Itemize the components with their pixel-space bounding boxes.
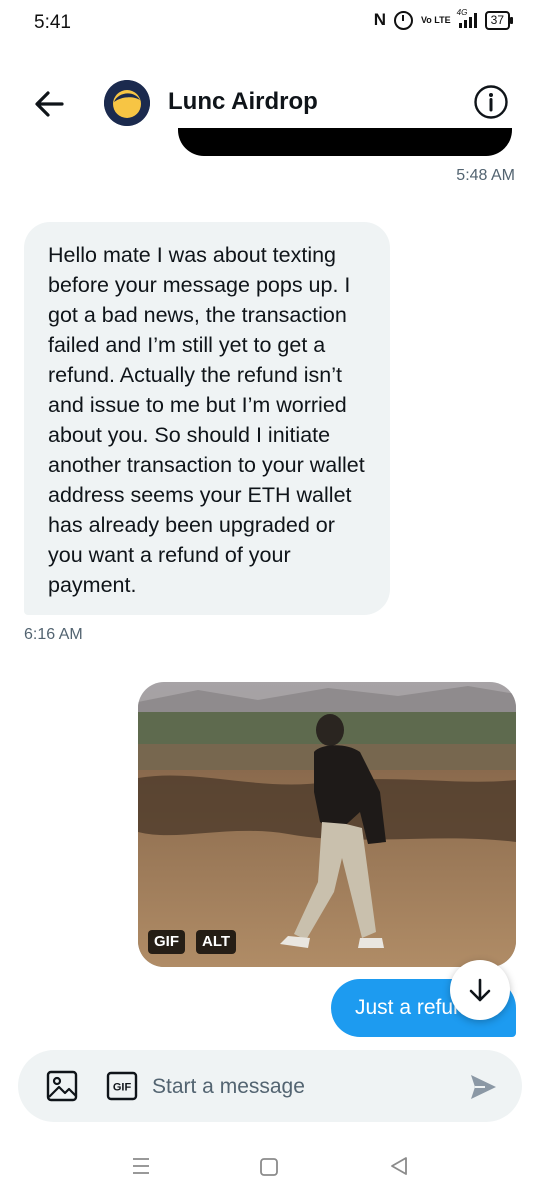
alarm-icon — [393, 10, 413, 30]
gif-image — [138, 682, 516, 967]
message-timestamp: 5:48 AM — [456, 167, 515, 184]
gif-icon: GIF — [106, 1071, 138, 1101]
nfc-icon: N — [373, 10, 386, 29]
gif-button[interactable]: GIF — [106, 1070, 138, 1102]
system-navigation-bar — [0, 1140, 540, 1200]
info-icon[interactable] — [473, 84, 509, 120]
home-icon[interactable] — [259, 1157, 279, 1177]
sent-message-bubble[interactable] — [178, 128, 512, 156]
volte-icon: Vo LTE — [420, 14, 451, 25]
scroll-to-bottom-button[interactable] — [450, 960, 510, 1020]
message-composer: GIF — [18, 1050, 522, 1122]
status-icons: N Vo LTE 4G 37 — [373, 8, 514, 30]
image-icon[interactable] — [46, 1070, 78, 1102]
network-type: 4G — [456, 8, 468, 17]
send-icon[interactable] — [468, 1072, 498, 1102]
received-message-text: Hello mate I was about texting before yo… — [48, 243, 365, 597]
avatar[interactable] — [104, 80, 150, 126]
received-message-bubble[interactable]: Hello mate I was about texting before yo… — [24, 222, 390, 615]
gif-badge: GIF — [148, 930, 185, 954]
gif-message[interactable] — [138, 682, 516, 967]
status-bar: 5:41 N Vo LTE 4G 37 — [0, 0, 540, 48]
alt-badge[interactable]: ALT — [196, 930, 237, 954]
gif-button-label: GIF — [113, 1082, 132, 1094]
conversation-title[interactable]: Lunc Airdrop — [168, 88, 318, 116]
terra-luna-logo-icon — [104, 80, 150, 126]
arrow-down-icon — [469, 978, 491, 1002]
status-time: 5:41 — [34, 12, 71, 33]
battery-icon: 37 — [484, 10, 514, 30]
back-arrow-icon[interactable] — [32, 87, 66, 121]
back-triangle-icon[interactable] — [388, 1155, 410, 1177]
message-input[interactable] — [150, 1068, 444, 1106]
signal-icon: 4G — [457, 8, 477, 28]
recent-apps-icon[interactable] — [130, 1155, 152, 1177]
message-timestamp: 6:16 AM — [24, 626, 83, 643]
